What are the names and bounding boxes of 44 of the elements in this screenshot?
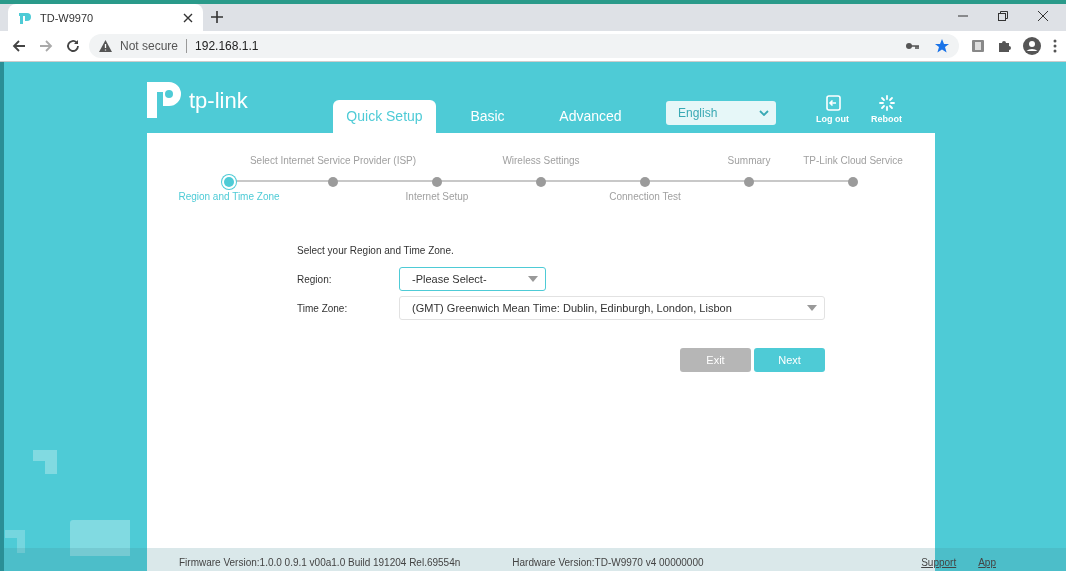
step-label: Select Internet Service Provider (ISP) (249, 155, 417, 168)
tab-title: TD-W9970 (40, 11, 95, 24)
warning-icon (99, 40, 112, 52)
dropdown-arrow-icon (807, 305, 817, 311)
nav-tab[interactable]: Quick Setup (333, 100, 436, 133)
back-icon[interactable] (12, 39, 26, 53)
instruction-text: Select your Region and Time Zone. (297, 245, 455, 256)
chevron-icon (759, 110, 769, 116)
action-label[interactable]: Reboot (871, 114, 902, 124)
next-button[interactable]: Next (754, 348, 825, 372)
dropdown-field[interactable]: -Please Select- (399, 267, 546, 291)
close-icon[interactable] (1038, 11, 1048, 21)
account-icon[interactable] (1023, 37, 1041, 55)
browser-tab[interactable]: TD-W9970 (8, 4, 203, 31)
reload-icon[interactable] (66, 39, 80, 53)
close-icon[interactable] (183, 12, 193, 23)
address-field[interactable]: Not secure 192.168.1.1 (89, 34, 959, 58)
field-label: Region: (297, 273, 333, 285)
step-label: Summary (727, 155, 771, 168)
tp-link-icon (18, 10, 32, 25)
step-label: TP-Link Cloud Service (803, 155, 903, 168)
exit-button[interactable]: Exit (680, 348, 751, 372)
language-select[interactable]: English (666, 101, 776, 125)
new-tab-icon[interactable] (211, 11, 223, 23)
field-label: Time Zone: (297, 302, 349, 314)
extension-icon[interactable] (971, 39, 985, 53)
puzzle-icon[interactable] (997, 39, 1011, 53)
hardware-version: Hardware Version:TD-W9970 v4 00000000 (512, 557, 704, 568)
dropdown-field[interactable]: (GMT) Greenwich Mean Time: Dublin, Edinburgh, London, Lisbon (399, 296, 825, 320)
step-label: Internet Setup (405, 191, 469, 204)
step-label: Connection Test (609, 191, 681, 204)
logo-text: tp-link (189, 88, 248, 114)
step-label: Region and Time Zone (178, 191, 280, 204)
firmware-version: Firmware Version:1.0.0 0.9.1 v00a1.0 Build 191204 Rel.69554n (179, 557, 461, 568)
nav-tab[interactable]: Advanced (539, 100, 642, 133)
step-label: Wireless Settings (502, 155, 580, 168)
nav-tab[interactable]: Basic (436, 100, 539, 133)
restore-icon[interactable] (998, 11, 1008, 21)
footer-link[interactable]: App (978, 557, 996, 568)
dropdown-arrow-icon (528, 276, 538, 282)
star-icon[interactable] (935, 39, 949, 53)
key-icon[interactable] (905, 42, 919, 50)
action-label[interactable]: Log out (816, 114, 849, 124)
menu-icon[interactable] (1053, 39, 1057, 53)
